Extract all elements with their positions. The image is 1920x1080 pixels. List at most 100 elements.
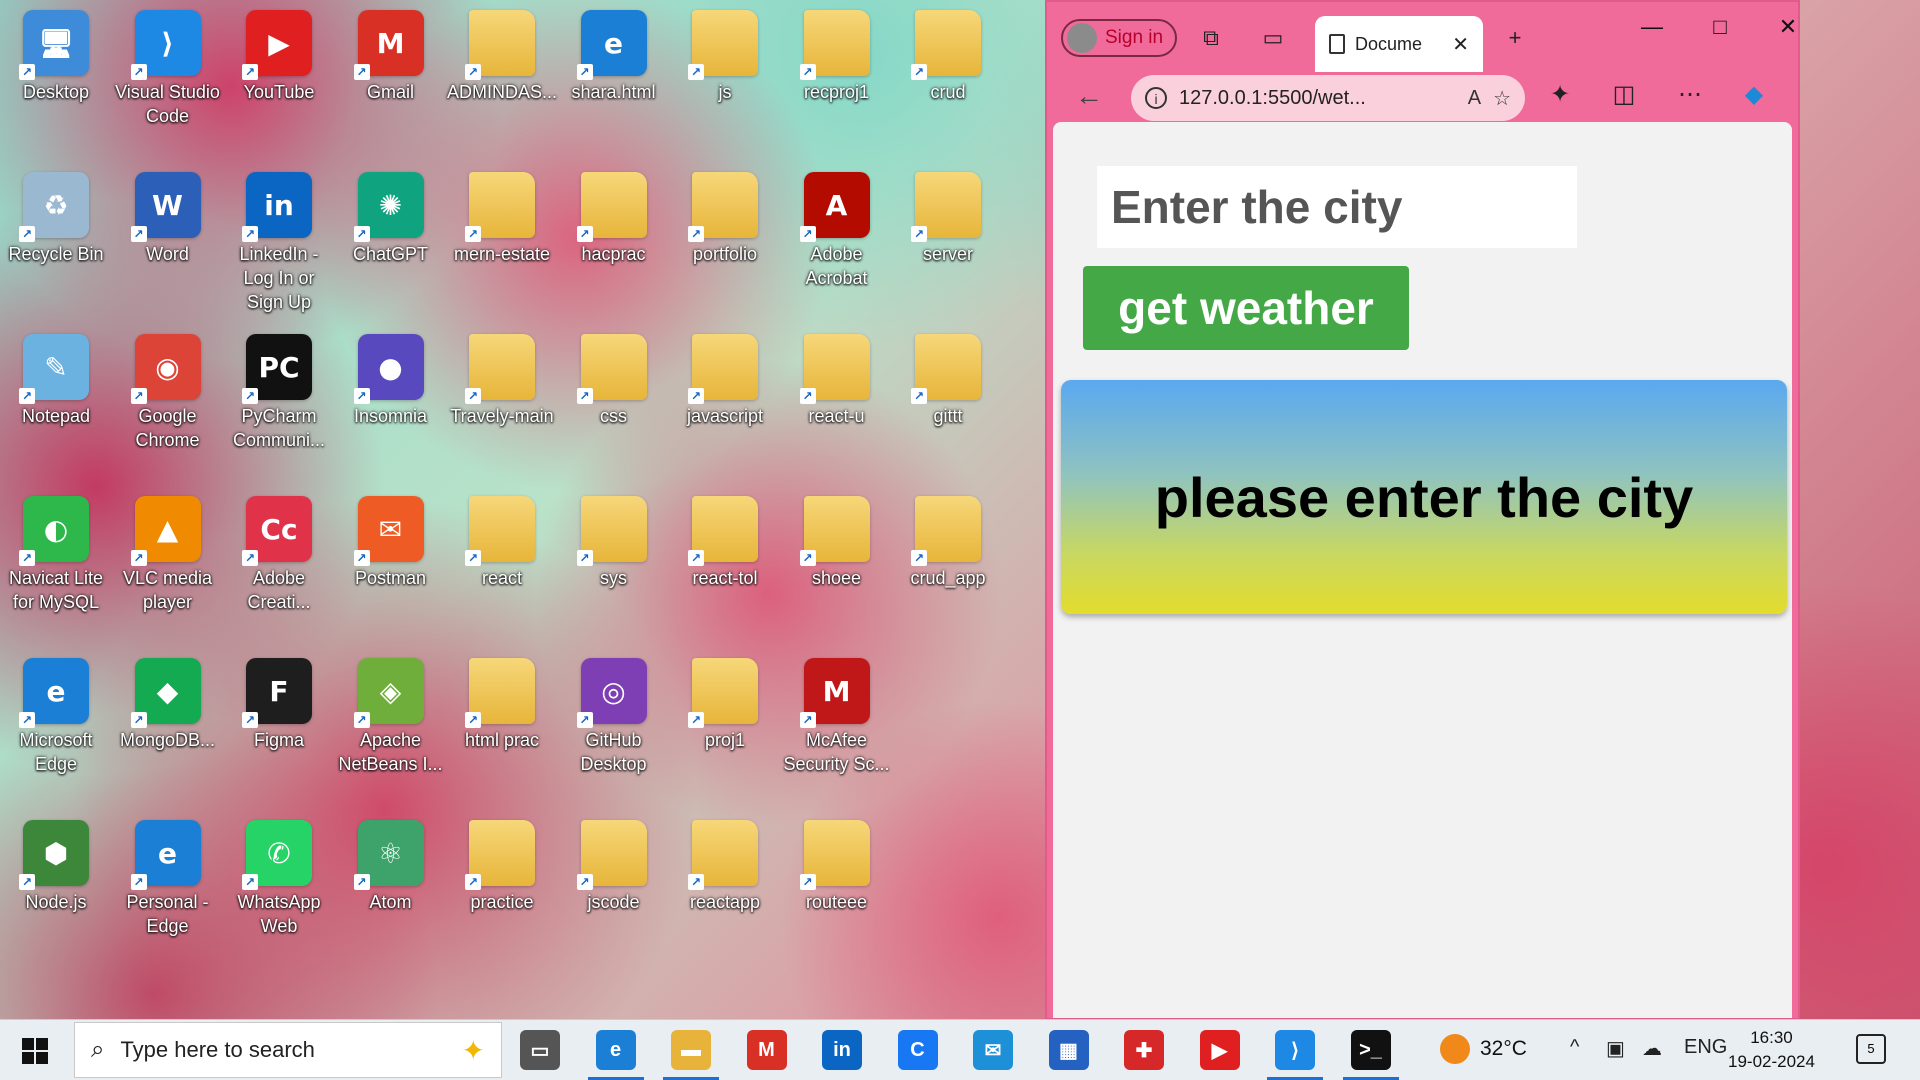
desktop-icon[interactable]: ⚛ ↗ Atom: [336, 812, 446, 914]
desktop-icon[interactable]: ↗ server: [893, 164, 1003, 266]
chevron-up-icon[interactable]: ^: [1570, 1036, 1579, 1059]
mail-taskbar-icon[interactable]: ✉: [973, 1030, 1013, 1070]
desktop-icon[interactable]: ↗ Travely-main: [447, 326, 557, 428]
tab-document[interactable]: Docume ✕: [1315, 16, 1483, 72]
desktop-icon[interactable]: ◆ ↗ MongoDB...: [113, 650, 223, 752]
weather-widget[interactable]: 32°C: [1440, 1034, 1527, 1064]
notifications-icon[interactable]: 5: [1856, 1034, 1886, 1064]
desktop-icon[interactable]: 🖥 ↗ Desktop: [1, 2, 111, 104]
shortcut-arrow-icon: ↗: [19, 550, 35, 566]
new-tab-icon[interactable]: +: [1501, 24, 1529, 52]
get-weather-button[interactable]: get weather: [1083, 266, 1409, 350]
more-options-icon[interactable]: ⋯: [1673, 80, 1707, 109]
sign-in-button[interactable]: Sign in: [1061, 19, 1177, 57]
desktop-icon[interactable]: ↗ routeee: [782, 812, 892, 914]
start-button[interactable]: [22, 1038, 48, 1064]
desktop-icon[interactable]: ↗ sys: [559, 488, 669, 590]
desktop-icon[interactable]: Cc ↗ Adobe Creati...: [224, 488, 334, 614]
desktop-icon[interactable]: e ↗ Personal - Edge: [113, 812, 223, 938]
collections-icon[interactable]: ⧉: [1197, 24, 1225, 52]
read-aloud-icon[interactable]: A: [1468, 87, 1481, 110]
minimize-icon[interactable]: —: [1627, 12, 1677, 42]
desktop-icon[interactable]: ↗ jscode: [559, 812, 669, 914]
gift-taskbar-icon[interactable]: ✚: [1124, 1030, 1164, 1070]
split-screen-icon[interactable]: ◫: [1607, 80, 1641, 109]
desktop-icon[interactable]: ↗ js: [670, 2, 780, 104]
vertical-tabs-icon[interactable]: ▭: [1259, 24, 1287, 52]
desktop-icon[interactable]: in ↗ LinkedIn - Log In or Sign Up: [224, 164, 334, 314]
store-taskbar-icon[interactable]: ▦: [1048, 1030, 1089, 1070]
desktop-icon[interactable]: ◉ ↗ Google Chrome: [113, 326, 223, 452]
taskbar-search[interactable]: ⌕ Type here to search ✦: [74, 1022, 502, 1078]
edge-taskbar-icon[interactable]: e: [587, 1030, 644, 1080]
desktop-icon[interactable]: W ↗ Word: [113, 164, 223, 266]
desktop-icon[interactable]: M ↗ McAfee Security Sc...: [782, 650, 892, 776]
favorite-star-icon[interactable]: ☆: [1493, 86, 1511, 111]
desktop-icon[interactable]: ↗ hacprac: [559, 164, 669, 266]
desktop-icon[interactable]: ↗ react: [447, 488, 557, 590]
desktop-icon[interactable]: ● ↗ Insomnia: [336, 326, 446, 428]
desktop-icon-label: react: [481, 568, 523, 588]
desktop-icon[interactable]: ▲ ↗ VLC media player: [113, 488, 223, 614]
shortcut-arrow-icon: ↗: [911, 226, 927, 242]
desktop-icon[interactable]: ↗ reactapp: [670, 812, 780, 914]
desktop-icon[interactable]: ↗ crud_app: [893, 488, 1003, 590]
close-window-icon[interactable]: ✕: [1763, 12, 1813, 42]
desktop-icon[interactable]: ◐ ↗ Navicat Lite for MySQL: [1, 488, 111, 614]
close-tab-icon[interactable]: ✕: [1452, 32, 1469, 57]
desktop-icon[interactable]: ↗ gittt: [893, 326, 1003, 428]
desktop-icon[interactable]: ↗ portfolio: [670, 164, 780, 266]
desktop-icon[interactable]: ↗ javascript: [670, 326, 780, 428]
desktop-icon[interactable]: ↗ css: [559, 326, 669, 428]
desktop-icon[interactable]: ↗ react-tol: [670, 488, 780, 590]
copilot-icon[interactable]: ◆: [1737, 80, 1771, 109]
desktop-icon[interactable]: ◈ ↗ Apache NetBeans I...: [336, 650, 446, 776]
desktop-icon[interactable]: ↗ html prac: [447, 650, 557, 752]
app-icon: ◆ ↗: [130, 658, 201, 728]
task-view-icon[interactable]: ▭: [520, 1030, 560, 1070]
desktop-icon[interactable]: ↗ mern-estate: [447, 164, 557, 266]
youtube-taskbar-icon[interactable]: ▶: [1199, 1030, 1240, 1070]
desktop-icon[interactable]: M ↗ Gmail: [336, 2, 446, 104]
desktop-icon[interactable]: A ↗ Adobe Acrobat: [782, 164, 892, 290]
extensions-icon[interactable]: ✦: [1543, 80, 1577, 109]
desktop-icon[interactable]: ↗ recproj1: [782, 2, 892, 104]
vscode-taskbar-icon[interactable]: ⟩: [1267, 1030, 1323, 1080]
desktop-icon[interactable]: PC ↗ PyCharm Communi...: [224, 326, 334, 452]
terminal-taskbar-icon[interactable]: >_: [1342, 1030, 1399, 1080]
back-arrow-icon[interactable]: ←: [1075, 80, 1103, 112]
desktop-icon[interactable]: ⟩ ↗ Visual Studio Code: [113, 2, 223, 128]
app-icon: ◉ ↗: [130, 334, 201, 404]
clock[interactable]: 16:30 19-02-2024: [1728, 1026, 1815, 1074]
desktop-icon[interactable]: ↗ crud: [893, 2, 1003, 104]
desktop-icon[interactable]: ↗ proj1: [670, 650, 780, 752]
desktop-icon[interactable]: ♻ ↗ Recycle Bin: [1, 164, 111, 266]
network-icon[interactable]: ▣: [1606, 1036, 1625, 1061]
desktop-icon[interactable]: ✺ ↗ ChatGPT: [336, 164, 446, 266]
city-input[interactable]: [1097, 166, 1577, 248]
linkedin-taskbar-icon[interactable]: in: [822, 1030, 862, 1070]
desktop-icon[interactable]: ✎ ↗ Notepad: [1, 326, 111, 428]
desktop-icon[interactable]: ✆ ↗ WhatsApp Web: [224, 812, 334, 938]
language-indicator[interactable]: ENG: [1684, 1036, 1727, 1059]
maximize-icon[interactable]: □: [1695, 12, 1745, 42]
gmail-taskbar-icon[interactable]: M: [746, 1030, 787, 1070]
desktop-icon[interactable]: ↗ ADMINDAS...: [447, 2, 557, 104]
desktop-icon[interactable]: e ↗ shara.html: [559, 2, 669, 104]
info-icon[interactable]: i: [1145, 87, 1167, 109]
address-bar[interactable]: i 127.0.0.1:5500/wet... A ☆: [1131, 75, 1525, 121]
desktop-icon[interactable]: ↗ react-u: [782, 326, 892, 428]
desktop-icon[interactable]: ⬢ ↗ Node.js: [1, 812, 111, 914]
desktop-icon[interactable]: ▶ ↗ YouTube: [224, 2, 334, 104]
desktop-icon[interactable]: F ↗ Figma: [224, 650, 334, 752]
desktop-icon[interactable]: ✉ ↗ Postman: [336, 488, 446, 590]
desktop-icon[interactable]: ↗ practice: [447, 812, 557, 914]
desktop-icon[interactable]: ↗ shoee: [782, 488, 892, 590]
desktop-icon-label: js: [718, 82, 732, 102]
file-explorer-icon[interactable]: ▬: [663, 1030, 719, 1080]
onedrive-icon[interactable]: ☁: [1642, 1036, 1662, 1061]
desktop-icon[interactable]: e ↗ Microsoft Edge: [1, 650, 111, 776]
folder-icon: ↗: [799, 10, 870, 80]
ccleaner-taskbar-icon[interactable]: C: [897, 1030, 938, 1070]
desktop-icon[interactable]: ◎ ↗ GitHub Desktop: [559, 650, 669, 776]
